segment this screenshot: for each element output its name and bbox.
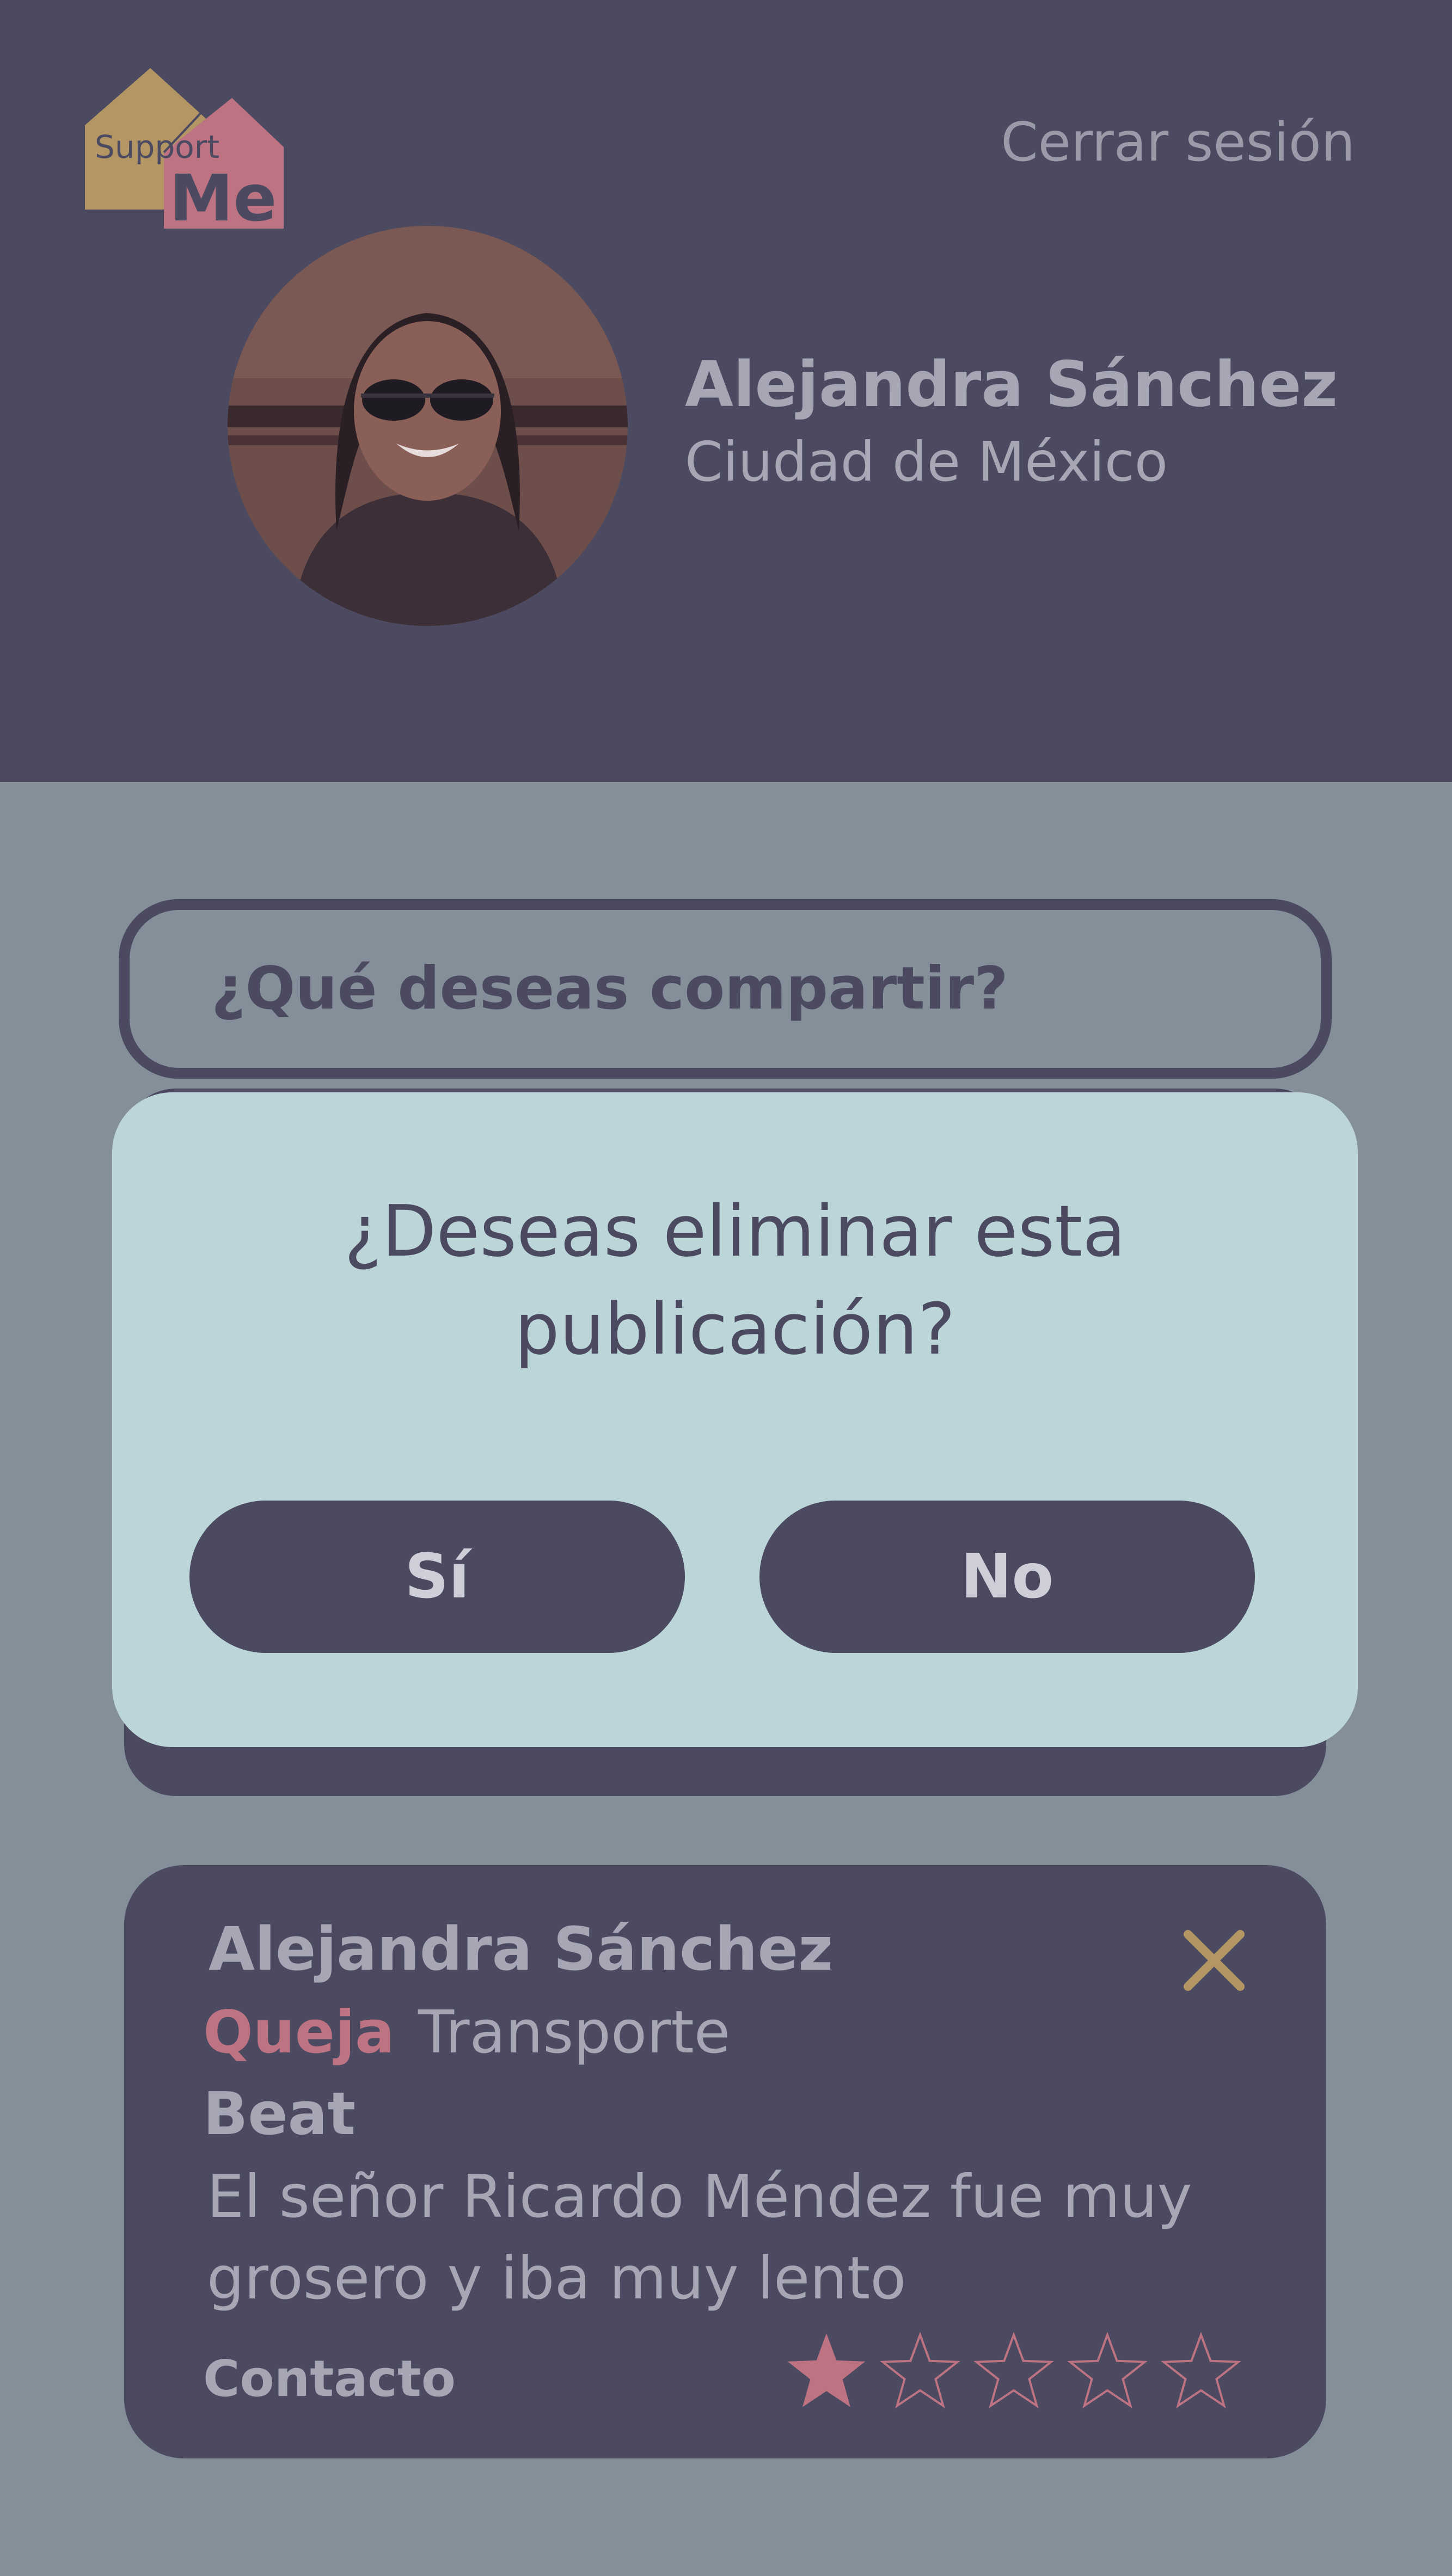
logout-link[interactable]: Cerrar sesión xyxy=(1001,112,1355,174)
star-filled-icon[interactable] xyxy=(787,2333,866,2407)
logo-me-text: Me xyxy=(169,161,277,229)
post-text: El señor Ricardo Méndez fue muy grosero … xyxy=(207,2163,1192,2313)
rating-stars xyxy=(787,2332,1241,2408)
star-empty-icon[interactable] xyxy=(973,2332,1054,2408)
profile-header: Support Me Cerrar sesión Alejandra Sánch… xyxy=(0,0,1452,782)
post-type-badge: Queja xyxy=(203,1999,395,2067)
star-empty-icon[interactable] xyxy=(1067,2332,1148,2408)
confirm-no-button[interactable]: No xyxy=(759,1501,1255,1653)
avatar xyxy=(228,226,628,626)
post-category: Transporte xyxy=(418,1999,731,2067)
post-card: Alejandra Sánchez Queja Transporte Beat … xyxy=(124,1865,1326,2458)
delete-confirmation-dialog: ¿Deseas eliminar esta publicación? Sí No xyxy=(112,1092,1358,1747)
dialog-title: ¿Deseas eliminar esta publicación? xyxy=(112,1182,1358,1378)
compose-placeholder: ¿Qué deseas compartir? xyxy=(211,955,1008,1023)
supportme-logo: Support Me xyxy=(85,68,284,229)
profile-city: Ciudad de México xyxy=(685,430,1168,494)
dialog-title-line-2: publicación? xyxy=(514,1288,955,1370)
star-empty-icon[interactable] xyxy=(1161,2332,1241,2408)
contact-link[interactable]: Contacto xyxy=(203,2350,456,2408)
compose-input[interactable]: ¿Qué deseas compartir? xyxy=(119,899,1332,1079)
post-author: Alejandra Sánchez xyxy=(209,1914,834,1984)
star-empty-icon[interactable] xyxy=(880,2332,960,2408)
close-icon[interactable] xyxy=(1181,1928,1247,1993)
post-company: Beat xyxy=(203,2080,356,2148)
logo-support-text: Support xyxy=(95,128,219,165)
dialog-title-line-1: ¿Deseas eliminar esta xyxy=(344,1190,1126,1272)
profile-name: Alejandra Sánchez xyxy=(685,348,1338,421)
confirm-yes-button[interactable]: Sí xyxy=(189,1501,685,1653)
